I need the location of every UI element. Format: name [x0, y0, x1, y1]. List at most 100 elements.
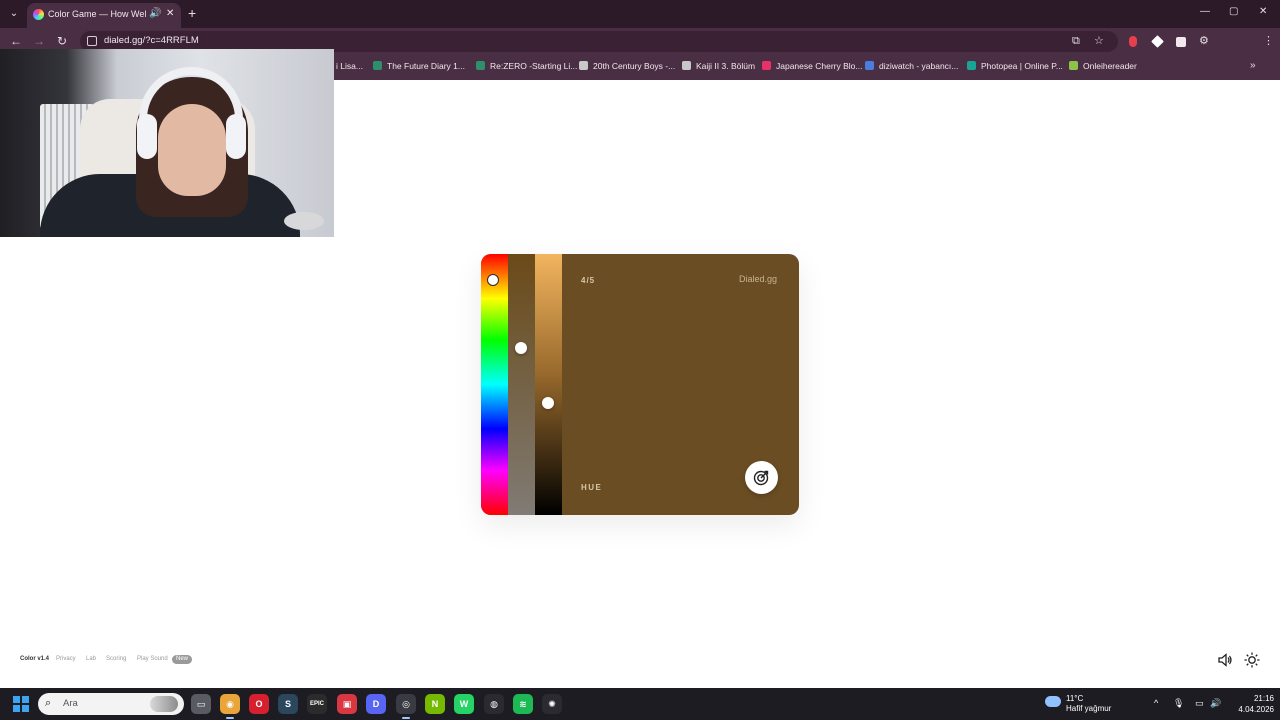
window-close-button[interactable]: ✕ — [1259, 6, 1267, 17]
webcam-overlay — [0, 49, 334, 237]
saturation-slider-handle[interactable] — [515, 342, 527, 354]
steam-icon[interactable]: S — [278, 694, 298, 714]
weather-temperature: 11°C — [1066, 694, 1084, 703]
round-counter: 4/5 — [581, 276, 596, 285]
webcam-lamp — [284, 212, 324, 230]
back-button[interactable]: ← — [10, 34, 22, 48]
forward-button[interactable]: → — [33, 34, 45, 48]
bookmark-favicon-icon — [762, 61, 771, 70]
submit-guess-button[interactable] — [745, 461, 778, 494]
bookmark-item[interactable]: diziwatch - yabancı... — [865, 61, 958, 73]
screen: ⌄ Color Game — How Well C 🔊 ✕ + — ▢ ✕ ← … — [0, 0, 1280, 720]
bookmark-label: Photopea | Online P... — [981, 61, 1063, 71]
bookmark-item[interactable]: Photopea | Online P... — [967, 61, 1063, 73]
rain-cloud-icon — [1045, 696, 1061, 707]
bookmark-label: diziwatch - yabancı... — [879, 61, 959, 71]
bookmarks-overflow-icon[interactable]: » — [1250, 60, 1256, 71]
red-app-icon[interactable]: ▣ — [337, 694, 357, 714]
bookmark-favicon-icon — [1069, 61, 1078, 70]
hand-cursor-icon — [487, 274, 499, 286]
clock-time: 21:16 — [1253, 694, 1274, 703]
nvidia-icon[interactable]: N — [425, 694, 445, 714]
taskbar-clock[interactable]: 21:16 4.04.2026 — [1226, 693, 1274, 715]
bookmark-label: Re:ZERO -Starting Li... — [490, 61, 578, 71]
windows-taskbar: ⌕ Ara ▭ ◉ O S EPIC ▣ D ◎ N W ◍ ≋ ✺ 11°C … — [0, 688, 1280, 720]
whatsapp-icon[interactable]: W — [454, 694, 474, 714]
new-tab-button[interactable]: + — [188, 5, 196, 21]
search-placeholder: Ara — [63, 698, 78, 709]
chatgpt-icon[interactable]: ✺ — [542, 694, 562, 714]
tray-chevron-icon[interactable]: ^ — [1154, 698, 1158, 708]
bookmark-label: Japanese Cherry Blo... — [776, 61, 863, 71]
tab-search-chevron-icon[interactable]: ⌄ — [5, 5, 23, 23]
saturation-slider[interactable] — [508, 254, 535, 515]
browser-menu-icon[interactable]: ⋮ — [1263, 34, 1274, 48]
brand-logo[interactable]: Dialed.gg — [739, 274, 777, 284]
lab-link[interactable]: Lab — [86, 656, 96, 662]
bookmark-favicon-icon — [373, 61, 382, 70]
bookmark-favicon-icon — [682, 61, 691, 70]
bookmark-label: Kaiji II 3. Bölüm — [696, 61, 756, 71]
bookmark-favicon-icon — [579, 61, 588, 70]
volume-icon[interactable]: 🔊 — [1210, 698, 1221, 709]
webcam-earcup-left — [137, 114, 157, 159]
speaker-icon[interactable] — [1217, 652, 1233, 668]
epic-games-icon[interactable]: EPIC — [307, 694, 327, 714]
browser-tabbar: ⌄ Color Game — How Well C 🔊 ✕ + — ▢ ✕ — [0, 0, 1280, 28]
tab-color-game[interactable]: Color Game — How Well C 🔊 ✕ — [27, 3, 181, 28]
bookmark-item[interactable]: Japanese Cherry Blo... — [762, 61, 862, 73]
network-icon[interactable]: ▭ — [1195, 698, 1204, 709]
bookmark-star-icon[interactable]: ☆ — [1094, 34, 1104, 48]
brightness-slider-handle[interactable] — [542, 397, 554, 409]
microphone-icon[interactable]: 🎙 — [1173, 698, 1184, 709]
chrome-icon[interactable]: ◉ — [220, 694, 240, 719]
bookmark-label: Onleihereader — [1083, 61, 1137, 71]
task-view-icon[interactable]: ▭ — [191, 694, 211, 714]
bookmark-item[interactable]: Onleihereader — [1069, 61, 1137, 73]
tab-close-icon[interactable]: ✕ — [166, 8, 174, 19]
bookmark-label: i Lisa... — [336, 61, 363, 71]
mode-label: HUE — [581, 483, 603, 492]
extension-red-icon[interactable] — [1129, 36, 1137, 47]
minimize-button[interactable]: — — [1200, 6, 1210, 17]
play-sound-link[interactable]: Play Sound — [137, 656, 168, 662]
bookmark-item[interactable]: Kaiji II 3. Bölüm — [682, 61, 755, 73]
clock-date: 4.04.2026 — [1238, 705, 1274, 714]
tab-title: Color Game — How Well C — [48, 9, 146, 19]
maximize-button[interactable]: ▢ — [1229, 6, 1238, 17]
windows-start-icon[interactable] — [13, 696, 29, 712]
obs-icon[interactable]: ◎ — [396, 694, 416, 719]
scoring-link[interactable]: Scoring — [106, 656, 126, 662]
search-highlight-image — [150, 696, 178, 712]
webcam-earcup-right — [226, 114, 246, 159]
color-wheel-icon — [33, 9, 44, 20]
weather-widget[interactable]: 11°C Hafif yağmur — [1045, 693, 1155, 715]
brightness-slider[interactable] — [535, 254, 562, 515]
tab-audio-icon[interactable]: 🔊 — [149, 8, 161, 19]
bookmark-item[interactable]: 20th Century Boys -... — [579, 61, 675, 73]
bookmark-item[interactable]: Re:ZERO -Starting Li... — [476, 61, 577, 73]
sun-icon[interactable] — [1244, 652, 1260, 668]
extension-pocket-icon[interactable] — [1176, 37, 1186, 47]
hue-slider[interactable] — [481, 254, 508, 515]
url-text: dialed.gg/?c=4RRFLM — [104, 35, 199, 46]
install-app-icon[interactable]: ⧉ — [1072, 34, 1080, 48]
new-badge: New — [172, 655, 193, 664]
target-arrow-icon — [753, 470, 769, 486]
bookmark-favicon-icon — [967, 61, 976, 70]
site-info-icon[interactable] — [87, 36, 97, 46]
color-game-card: 4/5 Dialed.gg HUE — [481, 254, 799, 515]
taskbar-search[interactable]: ⌕ Ara — [38, 693, 184, 715]
panda-app-icon[interactable]: ◍ — [484, 694, 504, 714]
opera-icon[interactable]: O — [249, 694, 269, 714]
extensions-icon[interactable]: ⚙ — [1199, 34, 1209, 48]
privacy-link[interactable]: Privacy — [56, 656, 76, 662]
bookmark-label: 20th Century Boys -... — [593, 61, 676, 71]
spotify-icon[interactable]: ≋ — [513, 694, 533, 714]
discord-icon[interactable]: D — [366, 694, 386, 714]
bookmark-item[interactable]: The Future Diary 1... — [373, 61, 465, 73]
bookmark-label: The Future Diary 1... — [387, 61, 465, 71]
reload-button[interactable]: ↻ — [57, 34, 67, 48]
search-icon: ⌕ — [45, 697, 52, 709]
bookmark-item[interactable]: i Lisa... — [336, 61, 363, 73]
